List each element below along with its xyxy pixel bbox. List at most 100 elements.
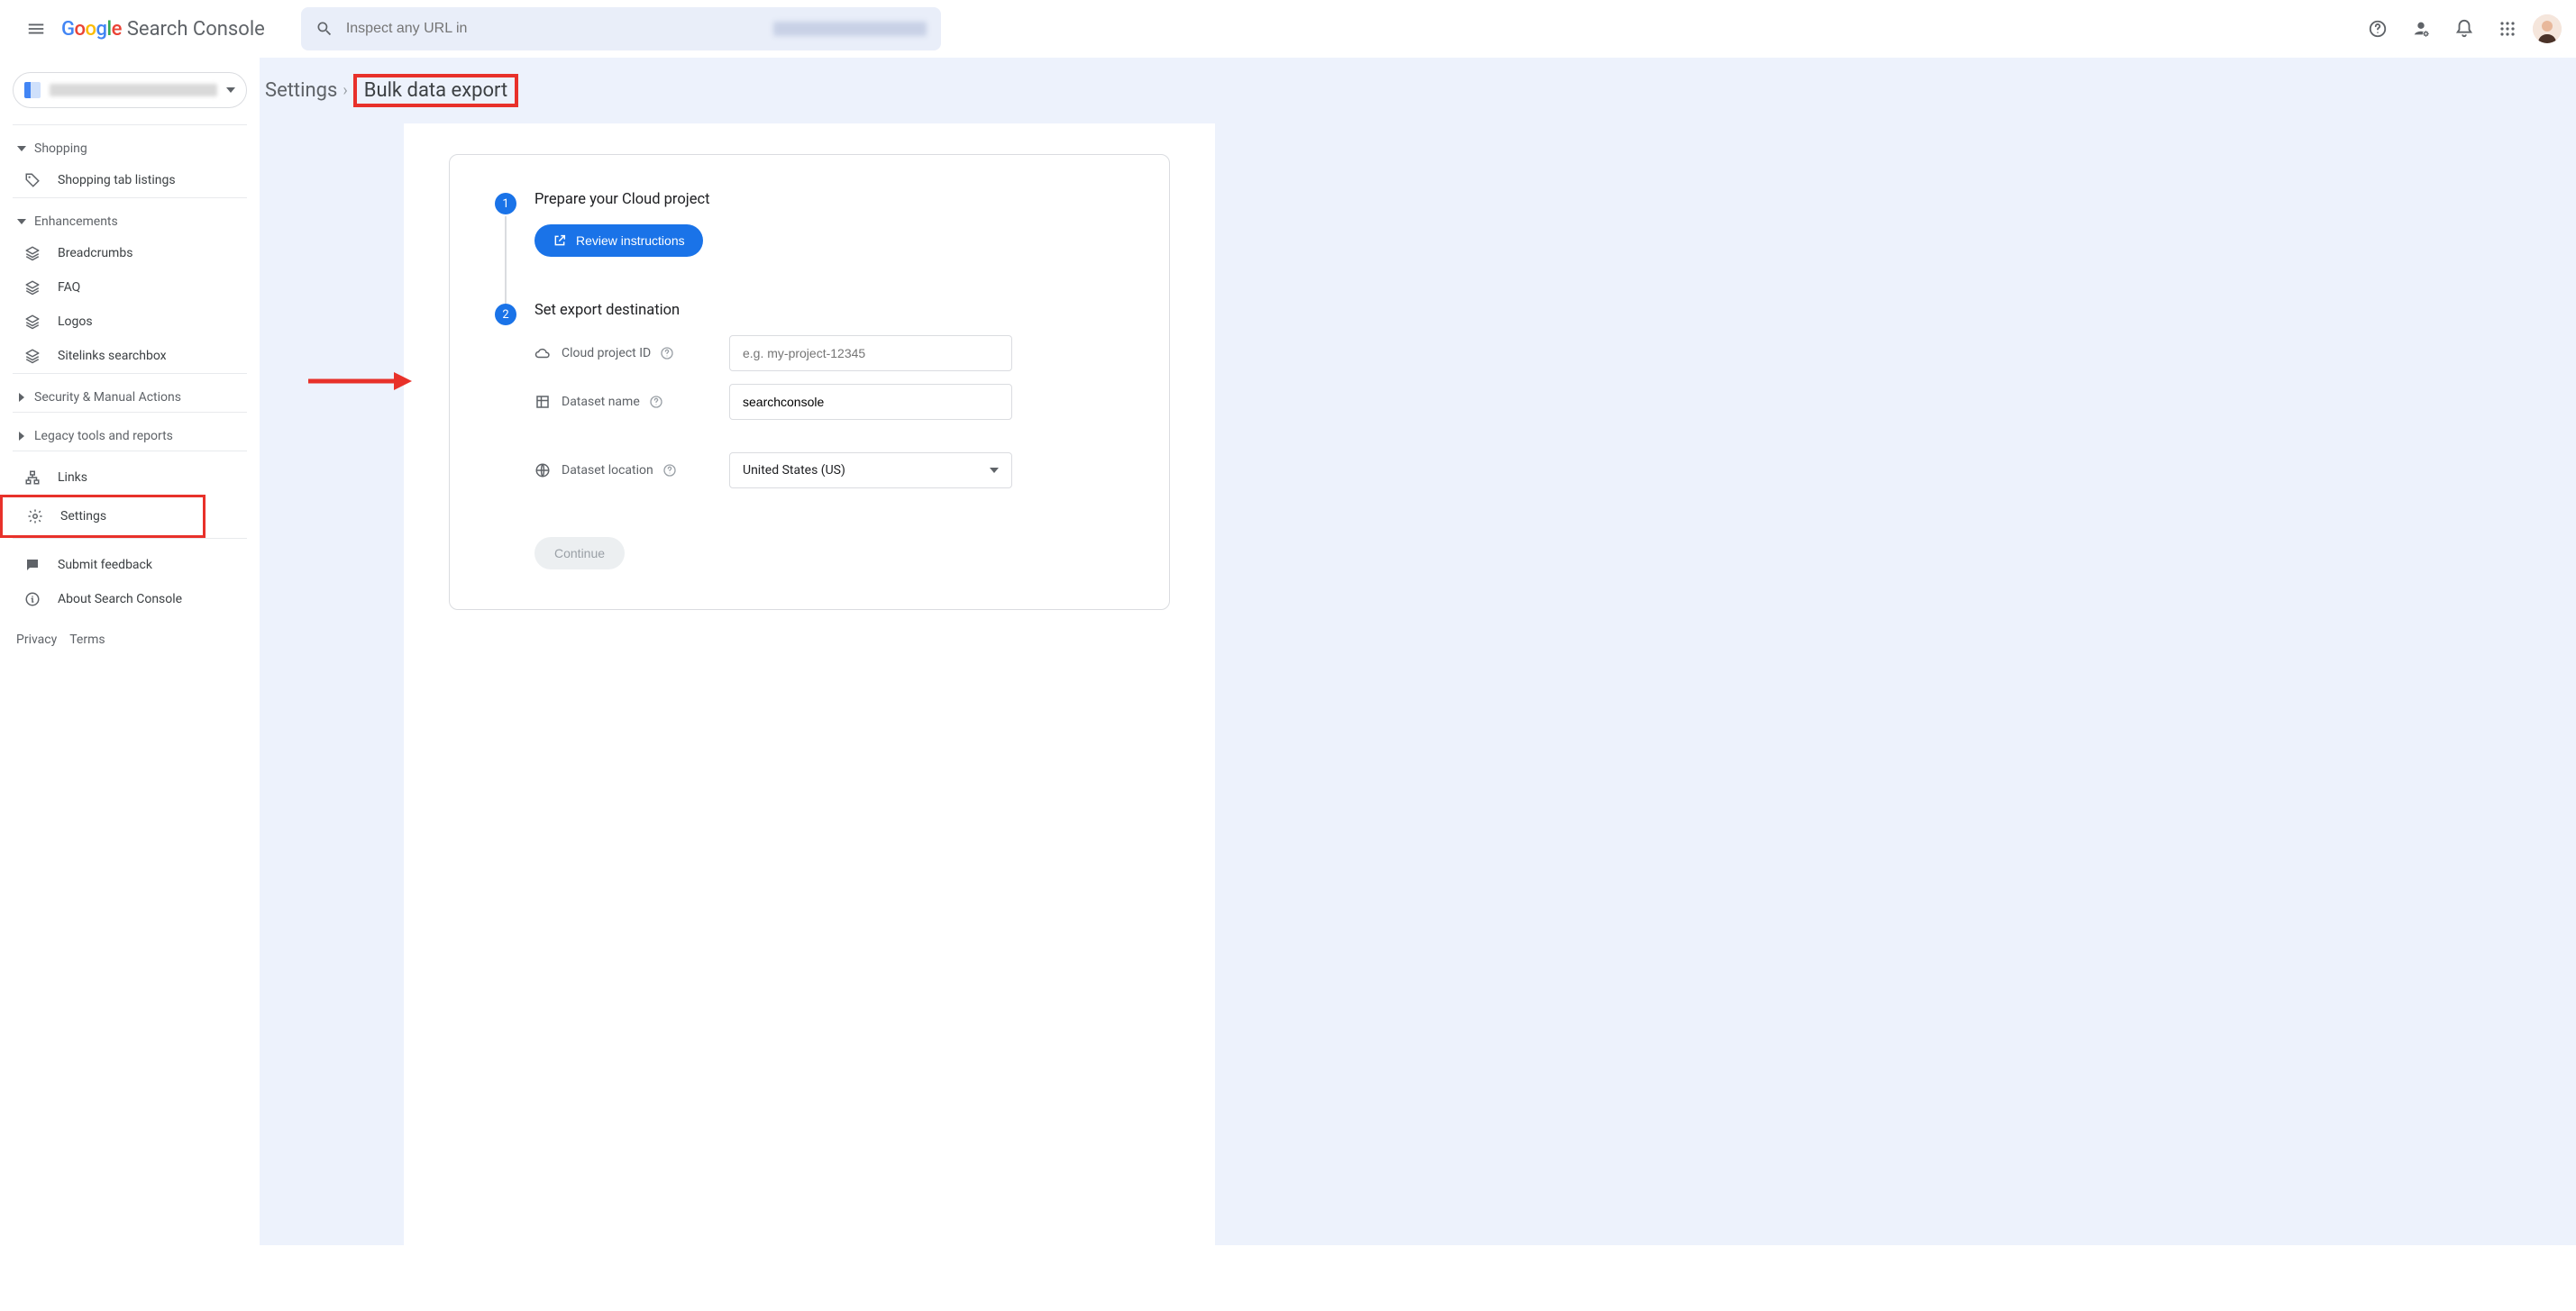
user-settings-button[interactable] xyxy=(2403,11,2439,47)
layers-icon xyxy=(24,314,41,330)
button-label: Review instructions xyxy=(576,233,685,248)
account-avatar[interactable] xyxy=(2533,14,2562,43)
breadcrumb: Settings › Bulk data export xyxy=(260,58,2576,123)
notifications-button[interactable] xyxy=(2446,11,2482,47)
sidebar-item-shopping-tab[interactable]: Shopping tab listings xyxy=(0,163,249,197)
nav-label: Settings xyxy=(60,509,106,523)
app-header: Google Search Console xyxy=(0,0,2576,58)
sidebar-section-legacy[interactable]: Legacy tools and reports xyxy=(0,422,260,451)
breadcrumb-current: Bulk data export xyxy=(353,74,518,107)
nav-label: Shopping tab listings xyxy=(58,173,176,187)
table-icon xyxy=(534,394,551,410)
step-title: Set export destination xyxy=(534,302,1124,319)
main-content: Settings › Bulk data export 1 Prepare yo… xyxy=(260,58,2576,1245)
section-label: Enhancements xyxy=(34,214,118,229)
sidebar-item-settings[interactable]: Settings xyxy=(3,499,203,533)
step-2: 2 Set export destination Cloud project I… xyxy=(495,302,1124,569)
annotation-highlight-settings: Settings xyxy=(0,495,206,538)
url-inspect-input[interactable] xyxy=(346,21,761,37)
sidebar-item-faq[interactable]: FAQ xyxy=(0,270,249,305)
help-button[interactable] xyxy=(2360,11,2396,47)
caret-down-icon xyxy=(16,219,27,224)
nav-label: Submit feedback xyxy=(58,558,152,572)
sidebar-item-breadcrumbs[interactable]: Breadcrumbs xyxy=(0,236,249,270)
product-logo[interactable]: Google Search Console xyxy=(61,18,265,41)
step-1: 1 Prepare your Cloud project Review inst… xyxy=(495,191,1124,257)
dataset-location-select[interactable]: United States (US) xyxy=(729,452,1012,488)
step-title: Prepare your Cloud project xyxy=(534,191,1124,208)
caret-right-icon xyxy=(16,393,27,402)
globe-icon xyxy=(534,462,551,478)
field-dataset-location: Dataset location United States (US) xyxy=(534,452,1124,488)
help-icon[interactable] xyxy=(660,346,674,360)
content-panel: 1 Prepare your Cloud project Review inst… xyxy=(404,123,1215,1311)
feedback-icon xyxy=(24,557,41,573)
sidebar-item-feedback[interactable]: Submit feedback xyxy=(0,548,249,582)
privacy-link[interactable]: Privacy xyxy=(16,633,57,647)
property-selector[interactable] xyxy=(13,72,247,108)
annotation-arrow-icon xyxy=(308,368,416,395)
nav-label: FAQ xyxy=(58,280,80,295)
export-setup-card: 1 Prepare your Cloud project Review inst… xyxy=(449,154,1170,610)
sidebar-item-links[interactable]: Links xyxy=(0,460,249,495)
caret-down-icon xyxy=(226,87,235,93)
gear-icon xyxy=(27,508,43,524)
redacted-property-name xyxy=(50,84,217,96)
hamburger-menu-button[interactable] xyxy=(14,7,58,50)
field-label: Dataset location xyxy=(562,463,653,478)
field-cloud-project: Cloud project ID xyxy=(534,335,1124,371)
cloud-project-id-input[interactable] xyxy=(729,335,1012,371)
help-icon[interactable] xyxy=(649,395,663,409)
chevron-right-icon: › xyxy=(343,81,347,100)
step-badge: 2 xyxy=(495,304,516,325)
caret-right-icon xyxy=(16,432,27,441)
sidebar: Shopping Shopping tab listings Enhanceme… xyxy=(0,58,260,1245)
continue-button[interactable]: Continue xyxy=(534,537,625,569)
section-label: Legacy tools and reports xyxy=(34,429,173,443)
apps-button[interactable] xyxy=(2489,11,2526,47)
caret-down-icon xyxy=(990,468,999,473)
nav-label: Links xyxy=(58,470,87,485)
open-external-icon xyxy=(553,233,567,248)
layers-icon xyxy=(24,348,41,364)
cloud-icon xyxy=(534,345,551,361)
select-value: United States (US) xyxy=(743,463,845,478)
apps-grid-icon xyxy=(2499,21,2516,37)
caret-down-icon xyxy=(16,146,27,151)
sidebar-section-security[interactable]: Security & Manual Actions xyxy=(0,383,260,412)
breadcrumb-parent[interactable]: Settings xyxy=(265,79,337,102)
google-logo-icon: Google xyxy=(61,18,122,41)
sidebar-item-about[interactable]: About Search Console xyxy=(0,582,249,616)
help-icon[interactable] xyxy=(662,463,677,478)
property-favicon-icon xyxy=(24,82,41,98)
product-name: Search Console xyxy=(127,18,265,41)
nav-label: Sitelinks searchbox xyxy=(58,349,167,363)
url-inspect-search[interactable] xyxy=(301,7,941,50)
section-label: Shopping xyxy=(34,141,87,156)
help-icon xyxy=(2368,19,2388,39)
sidebar-footer: Privacy Terms xyxy=(0,616,260,663)
menu-icon xyxy=(26,19,46,39)
layers-icon xyxy=(24,279,41,296)
nav-label: About Search Console xyxy=(58,592,182,606)
step-connector xyxy=(505,216,507,315)
person-gear-icon xyxy=(2411,19,2431,39)
field-dataset-name: Dataset name xyxy=(534,384,1124,420)
sidebar-section-shopping[interactable]: Shopping xyxy=(0,134,260,163)
sidebar-section-enhancements[interactable]: Enhancements xyxy=(0,207,260,236)
header-actions xyxy=(2360,11,2562,47)
field-label: Cloud project ID xyxy=(562,346,651,360)
search-icon xyxy=(315,20,333,38)
avatar-icon xyxy=(2533,14,2562,43)
review-instructions-button[interactable]: Review instructions xyxy=(534,224,703,257)
layers-icon xyxy=(24,245,41,261)
dataset-name-input[interactable] xyxy=(729,384,1012,420)
sidebar-item-logos[interactable]: Logos xyxy=(0,305,249,339)
info-icon xyxy=(24,591,41,607)
bell-icon xyxy=(2454,19,2474,39)
field-label: Dataset name xyxy=(562,395,640,409)
sitemap-icon xyxy=(24,469,41,486)
sidebar-item-sitelinks[interactable]: Sitelinks searchbox xyxy=(0,339,249,373)
nav-label: Logos xyxy=(58,314,93,329)
terms-link[interactable]: Terms xyxy=(69,633,105,647)
